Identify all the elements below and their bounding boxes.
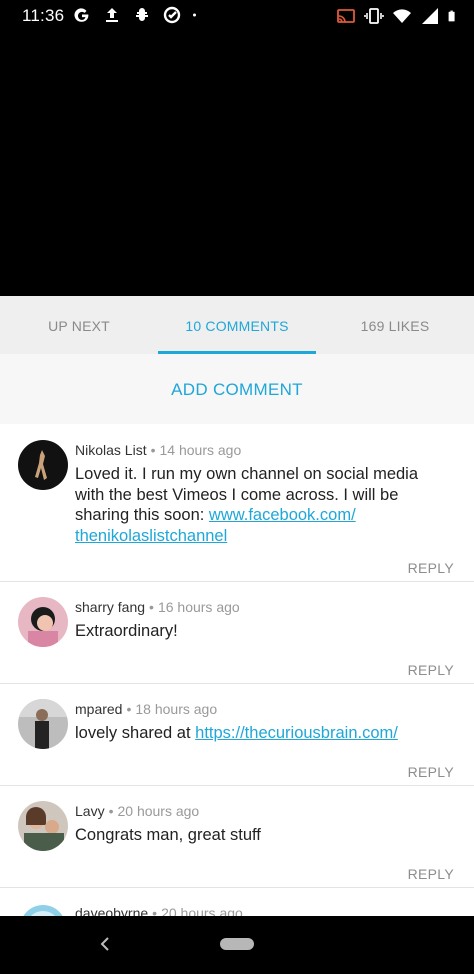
tab-bar: UP NEXT 10 COMMENTS 169 LIKES <box>0 296 474 354</box>
reply-button[interactable]: REPLY <box>408 662 454 678</box>
comment-time: 18 hours ago <box>135 701 218 717</box>
comment-link[interactable]: https://thecuriousbrain.com/ <box>195 724 398 742</box>
signal-icon <box>422 8 438 24</box>
dot-icon <box>193 13 196 17</box>
comment-time: 14 hours ago <box>159 442 242 458</box>
battery-icon <box>448 10 455 22</box>
comment-meta: daveobyrne • 20 hours ago <box>75 905 243 916</box>
avatar[interactable] <box>18 903 68 916</box>
google-icon <box>74 8 89 22</box>
comment-text: Extraordinary! <box>75 622 178 640</box>
tab-up-next[interactable]: UP NEXT <box>0 296 158 354</box>
comment-author[interactable]: Lavy <box>75 803 105 819</box>
notification-icons <box>72 5 202 25</box>
home-pill-icon[interactable] <box>220 938 254 950</box>
avatar[interactable] <box>18 597 68 647</box>
bug-icon <box>136 8 148 21</box>
video-player[interactable] <box>0 32 474 296</box>
comment-meta: sharry fang • 16 hours ago <box>75 599 240 615</box>
comment-item: Nikolas List • 14 hours ago Loved it. I ru… <box>0 424 474 582</box>
add-comment-button[interactable]: ADD COMMENT <box>171 380 303 400</box>
comments-list: Nikolas List • 14 hours ago Loved it. I ru… <box>0 424 474 916</box>
status-time: 11:36 <box>22 6 65 25</box>
wifi-icon <box>393 9 411 23</box>
comment-time: 20 hours ago <box>161 905 243 916</box>
avatar[interactable] <box>18 699 68 749</box>
status-bar: 11:36 <box>0 0 474 32</box>
cast-icon <box>337 9 355 23</box>
back-icon[interactable] <box>98 934 112 954</box>
upload-icon <box>106 8 118 22</box>
vibrate-icon <box>364 8 384 24</box>
comment-text: lovely shared at https://thecuriousbrain… <box>75 724 398 742</box>
comment-item: sharry fang • 16 hours ago Extraordinary! … <box>0 582 474 684</box>
comment-meta: Nikolas List • 14 hours ago <box>75 442 242 458</box>
comment-author[interactable]: mpared <box>75 701 122 717</box>
tab-likes[interactable]: 169 LIKES <box>316 296 474 354</box>
comment-meta: Lavy • 20 hours ago <box>75 803 200 819</box>
comment-author[interactable]: Nikolas List <box>75 442 147 458</box>
comment-author[interactable]: sharry fang <box>75 599 145 615</box>
reply-button[interactable]: REPLY <box>408 560 454 576</box>
comment-meta: mpared • 18 hours ago <box>75 701 218 717</box>
comment-time: 16 hours ago <box>157 599 240 615</box>
add-comment-bar: ADD COMMENT <box>0 354 474 424</box>
comment-author[interactable]: daveobyrne <box>75 905 148 916</box>
comment-item: Lavy • 20 hours ago Congrats man, great st… <box>0 786 474 888</box>
reply-button[interactable]: REPLY <box>408 764 454 780</box>
comment-time: 20 hours ago <box>117 803 200 819</box>
comment-text: Congrats man, great stuff <box>75 826 261 844</box>
comment-item: daveobyrne • 20 hours ago <box>0 888 474 916</box>
comment-text: Loved it. I run my own channel on social… <box>75 465 419 545</box>
avatar[interactable] <box>18 801 68 851</box>
system-nav-bar <box>0 916 474 974</box>
tab-comments[interactable]: 10 COMMENTS <box>158 296 316 354</box>
reply-button[interactable]: REPLY <box>408 866 454 882</box>
sync-icon <box>163 6 181 24</box>
avatar[interactable] <box>18 440 68 490</box>
comment-item: mpared • 18 hours ago lovely shared at htt… <box>0 684 474 786</box>
system-icons <box>336 6 460 26</box>
